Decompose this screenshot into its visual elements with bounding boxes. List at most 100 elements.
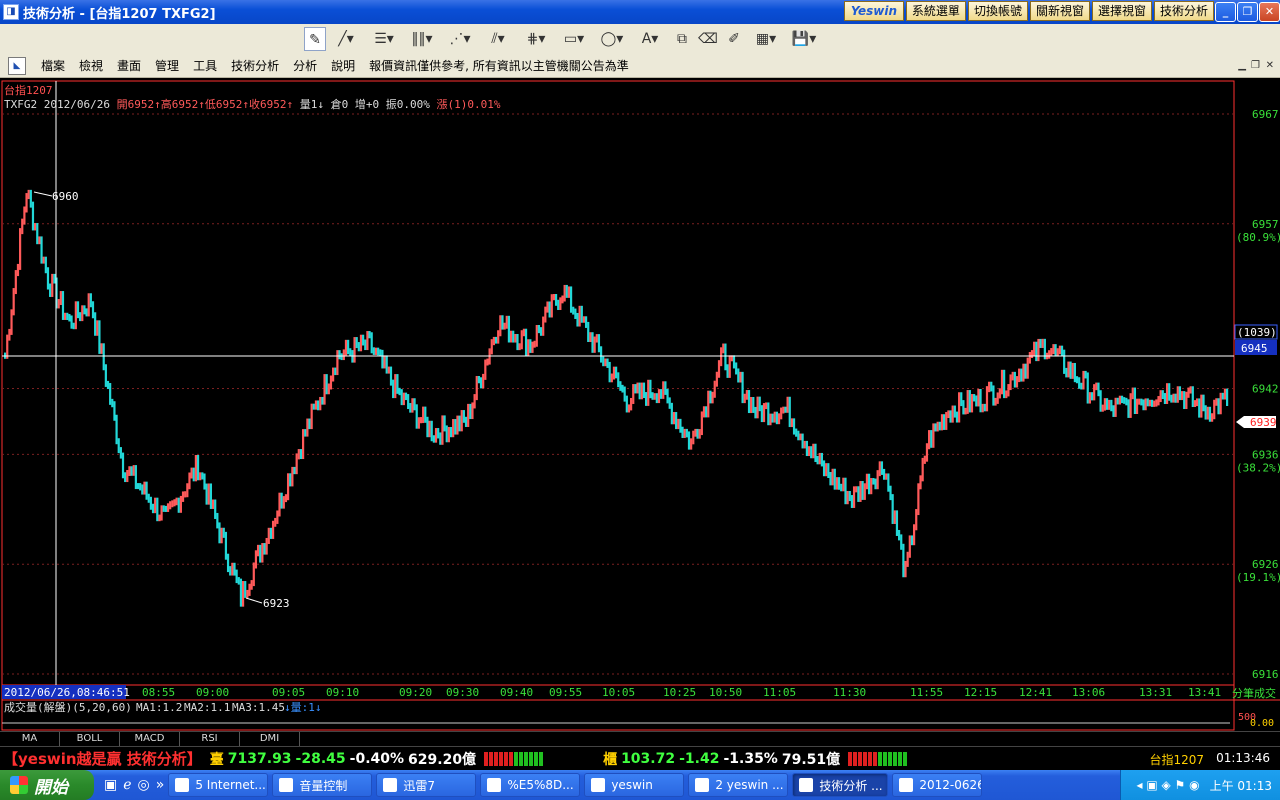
technical-analysis-button[interactable]: 技術分析 [1153,1,1214,21]
task-encoded[interactable]: %E5%8D... [480,773,581,797]
tick-bar [1155,399,1158,407]
menu-help[interactable]: 說明 [324,57,362,74]
tick-bar [966,390,969,414]
task-image[interactable]: 2012-0626... [892,773,983,797]
text-tool-icon[interactable]: A▾ [632,27,668,51]
tick-bar [1172,393,1175,403]
tab-macd[interactable]: MACD [120,732,180,746]
tick-bar [1030,350,1034,358]
pointer-tool-icon[interactable]: ✎ [304,27,326,51]
tab-ma[interactable]: MA [0,732,60,746]
task-internet[interactable]: 5 Internet... [168,773,269,797]
tick-bar [1221,392,1224,400]
tab-boll[interactable]: BOLL [60,732,120,746]
tray-icons[interactable]: ◂ ▣ ◈ ⚑ ◉ [1137,778,1200,792]
mdi-close-icon[interactable]: ✕ [1266,60,1274,71]
tick-bar [752,396,755,413]
line-tool-icon[interactable]: ╱▾ [328,27,364,51]
tick-bar [1041,338,1044,348]
tick-bar [587,321,590,343]
vline-tool-icon[interactable]: ‖‖▾ [404,27,440,51]
tick-bar [756,396,759,419]
tick-bar [675,412,678,430]
menu-manage[interactable]: 管理 [148,57,186,74]
tick-bar [660,389,663,399]
tick-bar [23,206,26,225]
price-chart[interactable]: 6967 6957(80.9%) 6942 6936(38.2%) 6926(19.1%… [0,80,1280,731]
tick-bar [214,499,217,519]
task-yeswin-group[interactable]: 2 yeswin ... [688,773,789,797]
ellipse-tool-icon[interactable]: ◯▾ [594,27,630,51]
tick-bar [874,478,877,490]
folder-icon[interactable]: ▣ [104,777,117,793]
menu-tools[interactable]: 工具 [186,57,224,74]
color-tool-icon[interactable]: ▦▾ [748,27,784,51]
task-yeswin[interactable]: yeswin [584,773,685,797]
tick-bar [218,522,221,544]
tick-bar [479,377,483,389]
menu-technical-analysis[interactable]: 技術分析 [224,57,286,74]
tab-rsi[interactable]: RSI [180,732,240,746]
save-tool-icon[interactable]: 💾▾ [786,27,822,51]
tick-bar [402,392,405,406]
minimize-icon[interactable]: _ [1215,2,1236,22]
tick-bar [750,396,753,414]
cursor-time: 2012/06/26,08:46:51 [4,686,130,699]
start-button[interactable]: 開始 [0,770,94,800]
new-window-button[interactable]: 關新視窗 [1029,1,1090,21]
restore-icon[interactable]: ❐ [1237,2,1258,22]
eraser-tool-icon[interactable]: ⌫ [696,27,720,51]
browser-icon[interactable]: ◎ [138,777,150,793]
ie-icon[interactable]: ℯ [123,777,131,793]
menu-view[interactable]: 檢視 [72,57,110,74]
tick-bar [835,477,839,490]
tick-bar [512,330,515,343]
tick-bar [51,273,54,297]
tick-bar [344,339,348,356]
tick-bar [244,581,247,598]
chart-panel[interactable]: 6967 6957 (80.9%) 6942 6936 (38.2%) 6926 (19.1%… [0,80,1280,746]
start-label: 開始 [34,777,68,798]
mdi-minimize-icon[interactable]: ▁ [1238,60,1246,71]
tick-bar [805,440,809,457]
tick-bar [900,534,903,550]
more-icon[interactable]: » [156,777,165,793]
time-tick-label: 09:30 [446,686,479,699]
tick-bar [677,418,680,430]
tab-dmi[interactable]: DMI [240,732,300,746]
channel-tool-icon[interactable]: ⫽▾ [480,27,516,51]
task-technical-analysis[interactable]: 技術分析 ... [792,773,889,797]
tick-bar [81,305,84,322]
fan-tool-icon[interactable]: ⋰▾ [442,27,478,51]
rectangle-tool-icon[interactable]: ▭▾ [556,27,592,51]
system-menu-button[interactable]: 系統選單 [905,1,966,21]
tick-bar [891,494,894,524]
tick-bar [707,390,710,418]
tick-bar [762,403,766,423]
change-pct: 漲(1)0.01% [436,98,501,111]
edit-tool-icon[interactable]: ✐ [722,27,746,51]
menu-file[interactable]: 檔案 [34,57,72,74]
menu-screen[interactable]: 畫面 [110,57,148,74]
parallel-tool-icon[interactable]: ⋕▾ [518,27,554,51]
task-thunder[interactable]: 迅雷7 [376,773,477,797]
tick-bar [872,478,875,485]
tick-bar [990,381,993,392]
menu-analysis[interactable]: 分析 [286,57,324,74]
select-window-button[interactable]: 選擇視窗 [1091,1,1152,21]
time-tick-label: 09:10 [326,686,359,699]
hline-tool-icon[interactable]: ☰▾ [366,27,402,51]
switch-account-button[interactable]: 切換帳號 [967,1,1028,21]
copy-tool-icon[interactable]: ⧉ [670,27,694,51]
tick-bar [968,390,971,413]
tick-bar [711,391,714,404]
tick-bar [1114,397,1117,417]
close-icon[interactable]: ✕ [1259,2,1280,22]
tick-bar [561,295,564,304]
yeswin-logo-button[interactable]: Yeswin [843,1,904,21]
task-volume[interactable]: 音量控制 [272,773,373,797]
mdi-restore-icon[interactable]: ❐ [1251,60,1260,71]
tick-bar [166,503,170,512]
tick-bar [863,483,866,500]
tick-bar [559,297,562,311]
